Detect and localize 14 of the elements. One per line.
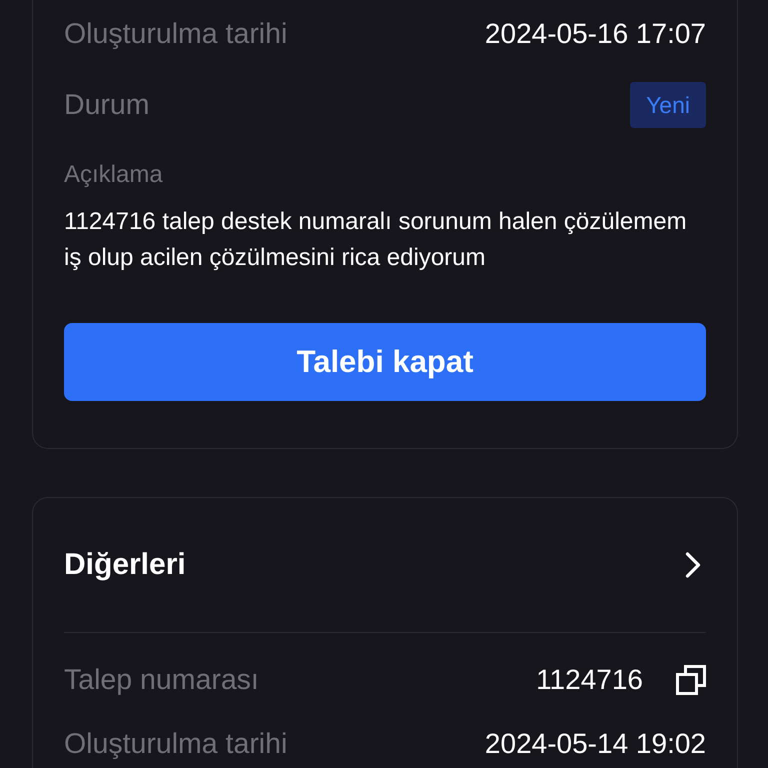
close-ticket-button[interactable]: Talebi kapat <box>64 323 706 401</box>
section-title: Diğerleri <box>64 547 186 583</box>
field-value: 2024-05-16 17:07 <box>484 17 706 51</box>
field-label: Durum <box>64 88 150 122</box>
description-text: 1124716 talep destek numaralı sorunum halen çözülemem iş olup acilen çözülmesini rica ediyorum <box>64 207 688 273</box>
field-label: Talep numarası <box>64 663 259 697</box>
description-label: Açıklama <box>64 161 164 189</box>
status-badge: Yeni <box>630 82 706 128</box>
field-label: Oluşturulma tarihi <box>64 727 288 761</box>
field-value: 1124716 <box>536 663 643 697</box>
chevron-right-icon[interactable] <box>685 552 701 578</box>
field-value: 2024-05-14 19:02 <box>484 727 706 761</box>
copy-icon[interactable] <box>676 665 706 695</box>
field-label: Oluşturulma tarihi <box>64 17 288 51</box>
